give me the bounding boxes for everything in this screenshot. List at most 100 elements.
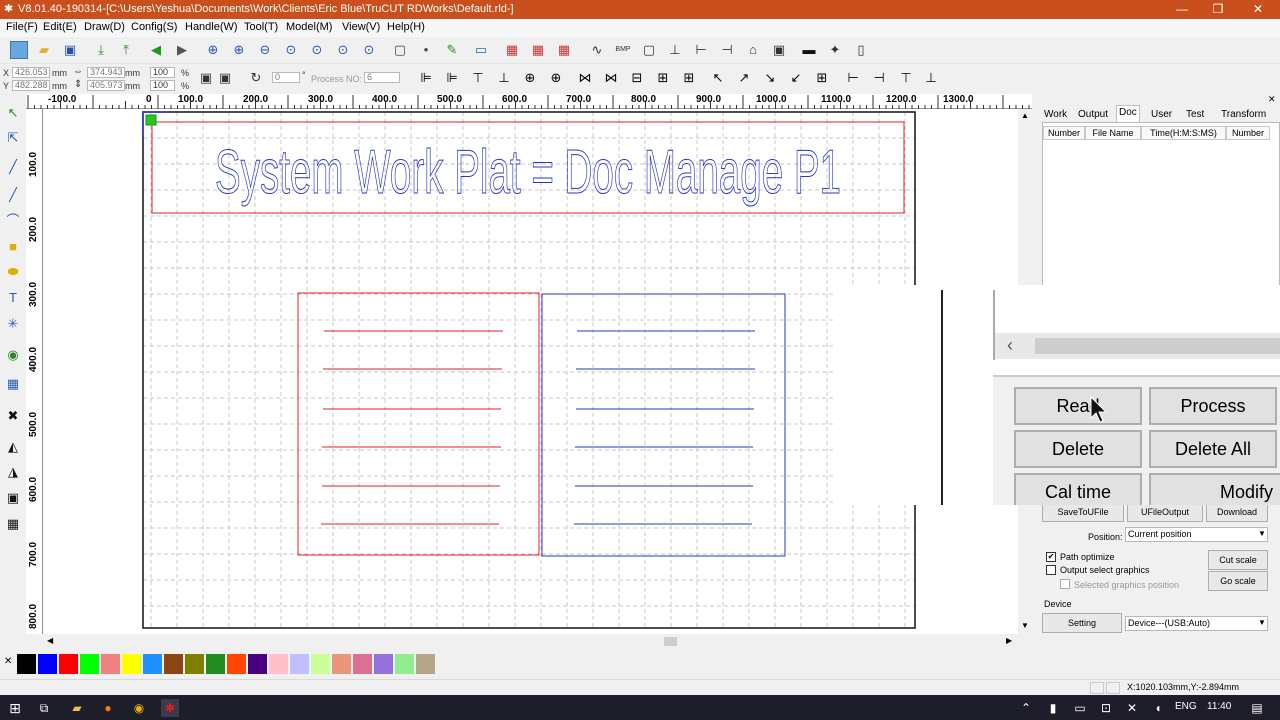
- dist-right-icon[interactable]: ⊣: [870, 69, 888, 87]
- array-grid-icon[interactable]: ▦: [555, 41, 573, 59]
- path-optimize-checkbox[interactable]: ✔: [1046, 552, 1056, 562]
- magic-wand-icon[interactable]: ✦: [826, 41, 844, 59]
- color-swatch[interactable]: [290, 654, 309, 674]
- align-right-icon[interactable]: ⊫: [443, 69, 461, 87]
- position-select[interactable]: Current position: [1125, 527, 1268, 542]
- cut-icon[interactable]: ✖: [4, 407, 22, 425]
- align-bottom-icon[interactable]: ⊥: [495, 69, 513, 87]
- color-swatch[interactable]: [227, 654, 246, 674]
- zoom-fit-icon[interactable]: ⊙: [334, 41, 352, 59]
- distribute-v-icon[interactable]: ⊣: [718, 41, 736, 59]
- lock-ratio-icon[interactable]: ▣: [197, 69, 215, 87]
- menu-file[interactable]: File(F): [6, 21, 38, 33]
- download-button[interactable]: Download: [1206, 502, 1268, 522]
- menu-help[interactable]: Help(H): [387, 21, 425, 33]
- task-view-icon[interactable]: ⧉: [35, 699, 53, 717]
- tray-usb-icon[interactable]: ▮: [1044, 699, 1062, 717]
- firefox-icon[interactable]: ●: [99, 699, 117, 717]
- menu-draw[interactable]: Draw(D): [84, 21, 125, 33]
- scale-width-field[interactable]: 100: [150, 67, 175, 78]
- tab-transform[interactable]: Transform: [1221, 108, 1266, 122]
- go-scale-button[interactable]: Go scale: [1208, 571, 1268, 591]
- color-swatch[interactable]: [80, 654, 99, 674]
- rectangle-icon[interactable]: ■: [4, 238, 22, 256]
- equal-height-icon[interactable]: ⋈: [602, 69, 620, 87]
- y-position-field[interactable]: 482.288: [12, 80, 50, 91]
- tray-clock[interactable]: 11:40: [1207, 701, 1231, 712]
- menu-config[interactable]: Config(S): [131, 21, 177, 33]
- setting-button[interactable]: Setting: [1042, 613, 1122, 633]
- tab-test[interactable]: Test: [1186, 108, 1204, 122]
- redo-icon[interactable]: ▶: [173, 41, 191, 59]
- zoom-hscrollbar[interactable]: ‹: [995, 333, 1280, 359]
- mirror-v-icon[interactable]: ◮: [4, 463, 22, 481]
- zoom-in-icon[interactable]: ⊕: [204, 41, 222, 59]
- dot-icon[interactable]: ✳: [4, 315, 22, 333]
- color-swatch[interactable]: [17, 654, 36, 674]
- color-swatch[interactable]: [206, 654, 225, 674]
- align-top-icon[interactable]: ⊤: [469, 69, 487, 87]
- ruler-icon[interactable]: ▯: [852, 41, 870, 59]
- windows-start-icon[interactable]: ⊞: [6, 699, 24, 717]
- export-icon[interactable]: ⤒: [117, 41, 135, 59]
- column-file-name[interactable]: File Name: [1085, 126, 1141, 140]
- scroll-left-icon[interactable]: ◀: [47, 636, 53, 645]
- zoom-scroll-thumb[interactable]: [1035, 338, 1280, 354]
- image-icon[interactable]: ▣: [4, 489, 22, 507]
- array-copy-icon[interactable]: ▦: [529, 41, 547, 59]
- color-swatch[interactable]: [164, 654, 183, 674]
- cal-time-button[interactable]: Cal time: [1014, 473, 1142, 505]
- open-folder-icon[interactable]: ▰: [35, 41, 53, 59]
- zoom-window-icon[interactable]: ⊙: [360, 41, 378, 59]
- blue-frame[interactable]: [541, 293, 786, 557]
- mirror-lock-icon[interactable]: ▣: [216, 69, 234, 87]
- text-icon[interactable]: T: [4, 289, 22, 307]
- color-swatch[interactable]: [269, 654, 288, 674]
- color-swatch[interactable]: [101, 654, 120, 674]
- chrome-icon[interactable]: ◉: [130, 699, 148, 717]
- close-button[interactable]: ✕: [1240, 0, 1276, 19]
- array-tool-icon[interactable]: ▦: [4, 515, 22, 533]
- grid-icon[interactable]: ▦: [4, 375, 22, 393]
- scroll-thumb[interactable]: [664, 637, 677, 646]
- color-swatch[interactable]: [248, 654, 267, 674]
- equal-width-icon[interactable]: ⋈: [576, 69, 594, 87]
- process-no-field[interactable]: 6: [364, 72, 400, 83]
- monitor-icon[interactable]: ▭: [472, 41, 490, 59]
- color-swatch[interactable]: [374, 654, 393, 674]
- maximize-button[interactable]: ❐: [1200, 0, 1236, 19]
- column-time[interactable]: Time(H:M:S:MS): [1141, 126, 1226, 140]
- tray-battery-icon[interactable]: ▭: [1071, 699, 1089, 717]
- minimize-button[interactable]: —: [1164, 0, 1200, 19]
- horizontal-scrollbar[interactable]: ◀ ▶: [44, 634, 1018, 649]
- rotate-field[interactable]: 0: [272, 72, 300, 83]
- array-icon[interactable]: ▦: [503, 41, 521, 59]
- curve-icon[interactable]: ∿: [588, 41, 606, 59]
- scroll-down-icon[interactable]: ▼: [1021, 621, 1029, 630]
- rdworks-taskbar-icon[interactable]: ✱: [161, 699, 179, 717]
- dist-top-icon[interactable]: ⊤: [897, 69, 915, 87]
- color-swatch[interactable]: [416, 654, 435, 674]
- output-icon[interactable]: ▣: [770, 41, 788, 59]
- zoom-out-icon[interactable]: ⊖: [256, 41, 274, 59]
- align-center-h-icon[interactable]: ⊕: [547, 69, 565, 87]
- canvas-title-text[interactable]: System Work Plat = Doc Manage P1: [215, 138, 842, 208]
- bmp-icon[interactable]: BMP: [614, 41, 632, 59]
- position-dropdown-icon[interactable]: ▼: [1258, 529, 1266, 538]
- tray-language[interactable]: ENG: [1175, 701, 1197, 712]
- ellipse-icon[interactable]: ⬬: [4, 263, 22, 281]
- selected-pos-checkbox[interactable]: [1060, 579, 1070, 589]
- scroll-up-icon[interactable]: ▲: [1021, 111, 1029, 120]
- no-color-icon[interactable]: ✕: [4, 656, 12, 667]
- tray-volume-icon[interactable]: ◖: [1149, 699, 1167, 717]
- align-left-icon[interactable]: ⊫: [417, 69, 435, 87]
- color-swatch[interactable]: [395, 654, 414, 674]
- read-button[interactable]: Read: [1014, 387, 1142, 425]
- color-swatch[interactable]: [59, 654, 78, 674]
- move-top-right-icon[interactable]: ↗: [735, 69, 753, 87]
- color-swatch[interactable]: [38, 654, 57, 674]
- mirror-h-icon[interactable]: ◭: [4, 438, 22, 456]
- height-field[interactable]: 405.973: [87, 80, 125, 91]
- cut-scale-button[interactable]: Cut scale: [1208, 550, 1268, 570]
- modify-button[interactable]: Modify: [1149, 473, 1280, 505]
